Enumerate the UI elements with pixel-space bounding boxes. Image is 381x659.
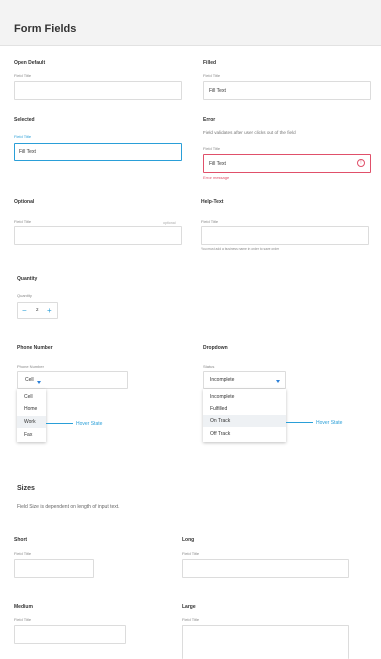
phone-type-option[interactable]: Work bbox=[17, 416, 46, 428]
quantity-label: Quantity bbox=[17, 293, 32, 298]
open-default-label: Field Title bbox=[14, 73, 32, 78]
phone-type-selected[interactable]: Cell bbox=[25, 377, 34, 383]
open-default-input[interactable] bbox=[14, 81, 182, 100]
help-text-heading: Help-Text bbox=[201, 199, 224, 205]
short-input[interactable] bbox=[14, 559, 94, 578]
long-heading: Long bbox=[182, 537, 195, 543]
large-label: Field Title bbox=[182, 617, 200, 622]
phone-type-option[interactable]: Fax bbox=[17, 429, 46, 441]
help-text-input[interactable] bbox=[201, 226, 369, 245]
filled-input[interactable]: Fill Text bbox=[203, 81, 371, 100]
chevron-down-icon[interactable] bbox=[276, 380, 280, 383]
status-option[interactable]: Fulfilled bbox=[203, 403, 286, 415]
plus-icon[interactable]: + bbox=[47, 307, 52, 315]
help-text-label: Field Title bbox=[201, 219, 219, 224]
page-title: Form Fields bbox=[14, 23, 77, 35]
error-note: Field validates after user clicks out of… bbox=[203, 130, 296, 135]
open-default-heading: Open Default bbox=[14, 60, 46, 66]
large-heading: Large bbox=[182, 604, 196, 610]
dropdown-heading: Dropdown bbox=[203, 345, 228, 351]
quantity-stepper[interactable]: − 2 + bbox=[17, 302, 58, 319]
help-text-message: You must add a business name in order to… bbox=[201, 247, 280, 251]
minus-icon[interactable]: − bbox=[22, 307, 27, 315]
optional-input[interactable] bbox=[14, 226, 182, 245]
status-selected: Incomplete bbox=[210, 377, 235, 383]
selected-input[interactable]: Fill Text bbox=[14, 143, 182, 161]
phone-type-option[interactable]: Home bbox=[17, 403, 46, 415]
phone-type-menu: Cell Home Work Fax bbox=[17, 389, 46, 442]
dropdown-label: Status bbox=[203, 364, 215, 369]
page-header: Form Fields bbox=[0, 0, 381, 46]
phone-input[interactable]: Cell bbox=[17, 371, 128, 389]
selected-input-value: Fill Text bbox=[19, 149, 36, 155]
error-message: Error message bbox=[203, 175, 230, 180]
error-input[interactable]: Fill Text ! bbox=[203, 154, 371, 173]
medium-heading: Medium bbox=[14, 604, 33, 610]
filled-input-value: Fill Text bbox=[209, 88, 226, 94]
error-label: Field Title bbox=[203, 146, 221, 151]
hover-indicator-line bbox=[46, 423, 73, 424]
selected-label: Field Title bbox=[14, 134, 32, 139]
status-option[interactable]: On Track bbox=[203, 415, 286, 427]
chevron-down-icon[interactable] bbox=[37, 381, 41, 384]
optional-label: Field Title bbox=[14, 219, 32, 224]
phone-label: Phone Number bbox=[17, 364, 44, 369]
large-input[interactable] bbox=[182, 625, 349, 659]
hover-state-label: Hover State bbox=[316, 420, 343, 426]
optional-tag: optional bbox=[163, 221, 176, 225]
selected-heading: Selected bbox=[14, 117, 35, 123]
status-dropdown[interactable]: Incomplete bbox=[203, 371, 286, 389]
phone-heading: Phone Number bbox=[17, 345, 53, 351]
quantity-heading: Quantity bbox=[17, 276, 38, 282]
phone-type-option[interactable]: Cell bbox=[17, 391, 46, 403]
medium-input[interactable] bbox=[14, 625, 126, 644]
hover-indicator-line bbox=[286, 422, 313, 423]
filled-heading: Filled bbox=[203, 60, 217, 66]
status-menu: Incomplete Fulfilled On Track Off Track bbox=[203, 389, 286, 442]
sizes-heading: Sizes bbox=[17, 485, 35, 492]
hover-state-label: Hover State bbox=[76, 421, 103, 427]
error-heading: Error bbox=[203, 117, 216, 123]
long-label: Field Title bbox=[182, 551, 200, 556]
medium-label: Field Title bbox=[14, 617, 32, 622]
short-heading: Short bbox=[14, 537, 28, 543]
quantity-value: 2 bbox=[36, 307, 39, 312]
optional-heading: Optional bbox=[14, 199, 35, 205]
sizes-note: Field Size is dependent on length of inp… bbox=[17, 504, 120, 510]
short-label: Field Title bbox=[14, 551, 32, 556]
alert-circle-icon: ! bbox=[357, 159, 365, 167]
status-option[interactable]: Incomplete bbox=[203, 391, 286, 403]
status-option[interactable]: Off Track bbox=[203, 428, 286, 440]
filled-label: Field Title bbox=[203, 73, 221, 78]
long-input[interactable] bbox=[182, 559, 349, 578]
error-input-value: Fill Text bbox=[209, 161, 226, 167]
